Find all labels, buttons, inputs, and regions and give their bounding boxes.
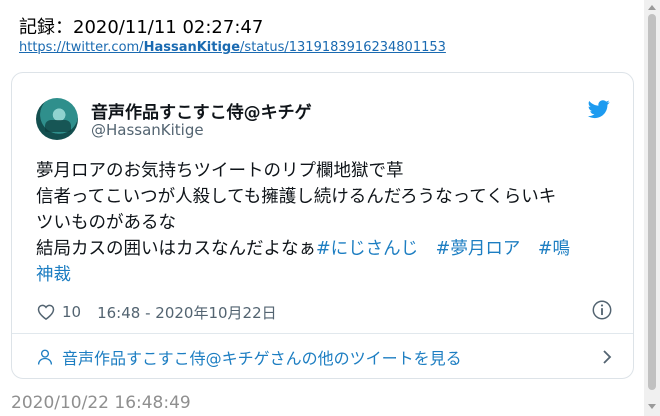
tweet-card: 音声作品すこすこ侍@キチゲ @HassanKitige 夢月ロアのお気持ちツイー… <box>11 72 634 379</box>
tweet-line: 信者ってこいつが人殺しても擁護し続けるんだろうなってくらいキ <box>36 187 557 207</box>
record-timestamp: 記録：2020/11/11 02:27:47 <box>19 17 264 38</box>
vertical-scrollbar[interactable] <box>644 0 660 416</box>
tweet-line: 夢月ロアのお気持ちツイートのリプ欄地獄で草 <box>36 161 404 181</box>
heart-icon[interactable] <box>36 302 56 322</box>
source-url-link[interactable]: https://twitter.com/HassanKitige/status/… <box>19 40 446 55</box>
divider <box>12 333 633 334</box>
url-prefix: https://twitter.com/ <box>19 40 144 55</box>
more-tweets-label: 音声作品すこすこ侍@キチゲさんの他のツイートを見る <box>62 349 462 368</box>
tweet-line-with-hashtags: 結局カスの囲いはカスなんだよなぁ#にじさんじ #夢月ロア #鳴 <box>36 236 616 262</box>
tweet-line: 結局カスの囲いはカスなんだよなぁ <box>36 239 316 259</box>
more-tweets-link[interactable]: 音声作品すこすこ侍@キチゲさんの他のツイートを見る <box>36 343 614 371</box>
chevron-right-icon <box>603 350 612 364</box>
hashtag-link[interactable]: #夢月ロア <box>436 239 521 259</box>
display-name[interactable]: 音声作品すこすこ侍@キチゲ <box>91 98 312 123</box>
hashtag-link[interactable]: #鳴 <box>538 239 570 259</box>
scroll-up-arrow-icon[interactable] <box>648 5 656 10</box>
user-handle[interactable]: @HassanKitige <box>91 121 204 139</box>
url-suffix: /status/1319183916234801153 <box>240 40 446 55</box>
hashtag-link[interactable]: #にじさんじ <box>316 239 418 259</box>
tweet-line: ツいものがあるな <box>36 213 176 233</box>
url-user: HassanKitige <box>143 40 241 55</box>
twitter-bird-icon[interactable] <box>587 98 611 120</box>
archived-tweet-page: 記録：2020/11/11 02:27:47 https://twitter.c… <box>0 0 660 416</box>
scroll-down-arrow-icon[interactable] <box>648 404 656 409</box>
saved-timestamp: 2020/10/22 16:48:49 <box>11 393 191 413</box>
scrollbar-thumb[interactable] <box>648 14 656 390</box>
like-count: 10 <box>62 303 82 321</box>
avatar[interactable] <box>36 98 78 140</box>
info-icon[interactable] <box>591 299 613 321</box>
hashtag-link[interactable]: 神裁 <box>36 265 71 285</box>
tweet-timestamp[interactable]: 16:48 - 2020年10月22日 <box>97 302 277 323</box>
tweet-line-hashtag-wrap: 神裁 <box>36 262 616 288</box>
tweet-meta: 10 16:48 - 2020年10月22日 <box>36 301 277 323</box>
tweet-text: 夢月ロアのお気持ちツイートのリプ欄地獄で草 信者ってこいつが人殺しても擁護し続け… <box>36 158 616 288</box>
person-icon <box>37 349 53 365</box>
